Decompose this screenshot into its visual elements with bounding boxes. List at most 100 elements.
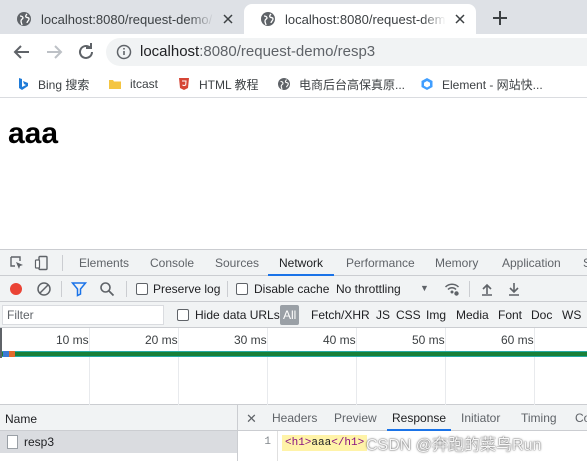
timeline-tick-label: 30 ms [234, 333, 267, 347]
timeline-gridline [445, 328, 446, 405]
bookmark-label: 电商后台高保真原... [299, 77, 406, 92]
disable-cache-checkbox[interactable] [236, 283, 248, 295]
filter-input[interactable] [3, 306, 163, 324]
close-icon[interactable]: ✕ [246, 411, 257, 427]
timeline-gridline [178, 328, 179, 405]
timeline-gridline [534, 328, 535, 405]
preserve-log-checkbox[interactable] [136, 283, 148, 295]
tab-title: localhost:8080/request-demo/ [285, 11, 446, 27]
throttling-select[interactable]: No throttling [336, 282, 401, 296]
response-code-line: <h1>aaa</h1> [282, 435, 368, 451]
divider [227, 281, 228, 297]
bookmark-label: Bing 搜索 [38, 77, 90, 92]
info-icon[interactable] [116, 44, 132, 60]
divider [62, 255, 63, 271]
tab-memory[interactable]: Memory [435, 250, 478, 276]
bookmark-ecommerce[interactable]: 电商后台高保真原... [277, 74, 405, 94]
timeline-gridline [267, 328, 268, 405]
divider [61, 281, 62, 297]
device-toolbar-icon[interactable] [34, 255, 50, 271]
browser-tab[interactable]: localhost:8080/request-demo/ [0, 4, 244, 34]
tab-response[interactable]: Response [387, 405, 452, 431]
bookmark-itcast[interactable]: itcast [108, 74, 158, 94]
network-conditions-icon[interactable] [444, 281, 460, 297]
tab-overflow[interactable]: S [583, 250, 587, 276]
url-host: localhost [140, 43, 200, 60]
timeline-tick-label: 50 ms [412, 333, 445, 347]
element-icon [421, 78, 433, 90]
filter-type-font[interactable]: Font [498, 308, 522, 322]
column-name-label: Name [5, 412, 38, 426]
bookmark-label: Element - 网站快... [442, 77, 543, 92]
tab-network[interactable]: Network [268, 250, 335, 276]
browser-tab-active[interactable]: localhost:8080/request-demo/ [244, 4, 476, 34]
tab-preview[interactable]: Preview [334, 405, 377, 431]
filter-icon[interactable] [71, 281, 87, 297]
line-gutter: 1 [238, 431, 278, 461]
inspect-element-icon[interactable] [9, 255, 25, 271]
tab-timing[interactable]: Timing [521, 405, 557, 431]
watermark-text: CSDN @奔跑的菜鸟Run [366, 437, 542, 454]
filter-type-fetch-xhr[interactable]: Fetch/XHR [311, 308, 370, 322]
filter-type-media[interactable]: Media [456, 308, 489, 322]
timeline-gridline [89, 328, 90, 405]
html5-icon [179, 78, 189, 90]
close-icon[interactable] [220, 11, 236, 27]
tab-initiator[interactable]: Initiator [461, 405, 500, 431]
code-open-tag: <h1> [285, 437, 312, 449]
filter-type-js[interactable]: JS [376, 308, 390, 322]
tab-console[interactable]: Console [150, 250, 194, 276]
tab-elements[interactable]: Elements [79, 250, 129, 276]
requests-list [0, 453, 238, 461]
back-icon[interactable] [10, 40, 34, 64]
requests-column-header[interactable]: Name [0, 405, 238, 431]
tab-performance[interactable]: Performance [346, 250, 415, 276]
timeline-tick-label: 10 ms [56, 333, 89, 347]
devtools-panel: Elements Console Sources Network Perform… [0, 249, 587, 461]
bookmark-element[interactable]: Element - 网站快... [420, 74, 543, 94]
tab-application[interactable]: Application [502, 250, 561, 276]
tab-cookies[interactable]: Co [575, 405, 587, 431]
browser-toolbar: localhost:8080/request-demo/resp3 [0, 34, 587, 70]
reload-icon[interactable] [74, 40, 98, 64]
filter-bar: Hide data URLs All Fetch/XHR JS CSS Img … [0, 302, 587, 328]
table-row[interactable]: resp3 [0, 431, 238, 453]
clear-icon[interactable] [36, 281, 52, 297]
timeline-tick-label: 60 ms [501, 333, 534, 347]
network-overview-timeline[interactable]: 10 ms 20 ms 30 ms 40 ms 50 ms 60 ms [0, 328, 587, 405]
tab-sources[interactable]: Sources [215, 250, 259, 276]
preserve-log-label: Preserve log [153, 282, 221, 296]
filter-type-all[interactable]: All [280, 305, 300, 325]
close-icon[interactable] [452, 11, 468, 27]
filter-type-css[interactable]: CSS [396, 308, 421, 322]
chevron-down-icon[interactable]: ▼ [420, 283, 429, 293]
hide-data-urls-checkbox[interactable] [177, 309, 189, 321]
line-number: 1 [264, 436, 271, 448]
timeline-handle[interactable] [0, 328, 2, 358]
url-text: localhost:8080/request-demo/resp3 [140, 43, 375, 60]
globe-icon [278, 78, 290, 90]
record-icon[interactable] [8, 281, 24, 297]
divider [126, 281, 127, 297]
disable-cache-label: Disable cache [254, 282, 330, 296]
request-name: resp3 [24, 435, 55, 449]
tab-headers[interactable]: Headers [272, 405, 317, 431]
bookmark-label: itcast [130, 77, 159, 91]
filter-input-box[interactable] [2, 305, 164, 325]
filter-type-ws[interactable]: WS [562, 308, 581, 322]
new-tab-icon[interactable] [488, 6, 512, 30]
address-bar[interactable]: localhost:8080/request-demo/resp3 [106, 38, 587, 66]
filter-type-img[interactable]: Img [426, 308, 446, 322]
filter-type-doc[interactable]: Doc [531, 308, 552, 322]
divider [469, 281, 470, 297]
bookmark-bing[interactable]: Bing 搜索 [16, 74, 89, 94]
search-icon[interactable] [99, 281, 115, 297]
export-har-icon[interactable] [506, 281, 522, 297]
code-close-tag: </h1> [331, 437, 365, 449]
forward-icon[interactable] [42, 40, 66, 64]
bookmark-html[interactable]: HTML 教程 [177, 74, 259, 94]
timeline-download-bar [0, 352, 587, 356]
page-heading: aaa [8, 117, 59, 150]
globe-icon [261, 12, 275, 26]
import-har-icon[interactable] [479, 281, 495, 297]
